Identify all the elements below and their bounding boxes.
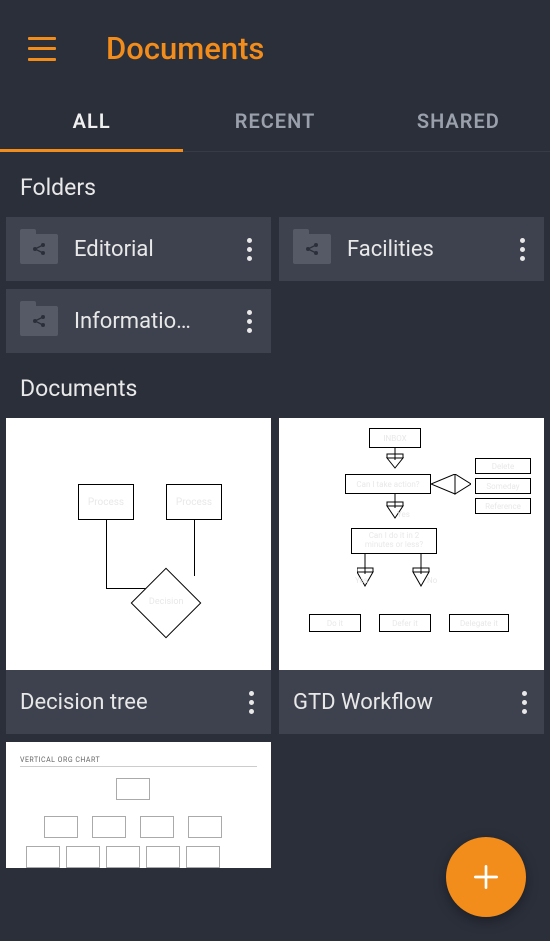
folder-item[interactable]: Editorial bbox=[6, 217, 271, 281]
document-more-button[interactable] bbox=[512, 686, 536, 718]
document-title: GTD Workflow bbox=[293, 690, 512, 715]
document-thumbnail: INBOX Can I take action? No Delete Somed… bbox=[279, 418, 544, 670]
document-card[interactable]: INBOX Can I take action? No Delete Somed… bbox=[279, 418, 544, 734]
document-thumbnail: VERTICAL ORG CHART bbox=[6, 742, 271, 868]
document-thumbnail: Process Process Decision bbox=[6, 418, 271, 670]
document-card[interactable]: Process Process Decision Decision tree bbox=[6, 418, 271, 734]
document-more-button[interactable] bbox=[239, 686, 263, 718]
folder-more-button[interactable] bbox=[510, 233, 534, 265]
new-document-fab[interactable] bbox=[446, 837, 526, 917]
document-card[interactable]: VERTICAL ORG CHART bbox=[6, 742, 271, 868]
tab-bar: ALL RECENT SHARED bbox=[0, 87, 550, 152]
tab-all[interactable]: ALL bbox=[0, 87, 183, 151]
plus-icon bbox=[470, 861, 502, 893]
folder-name: Editorial bbox=[74, 237, 237, 262]
documents-heading: Documents bbox=[0, 353, 550, 418]
folder-more-button[interactable] bbox=[237, 233, 261, 265]
folder-name: Informatio… bbox=[74, 309, 237, 334]
folder-share-icon bbox=[20, 234, 58, 264]
document-title: Decision tree bbox=[20, 690, 239, 715]
folder-share-icon bbox=[293, 234, 331, 264]
folder-item[interactable]: Facilities bbox=[279, 217, 544, 281]
folder-item[interactable]: Informatio… bbox=[6, 289, 271, 353]
menu-button[interactable] bbox=[28, 37, 60, 61]
folders-heading: Folders bbox=[0, 152, 550, 217]
tab-shared[interactable]: SHARED bbox=[367, 87, 550, 151]
page-title: Documents bbox=[106, 30, 264, 67]
folder-share-icon bbox=[20, 306, 58, 336]
folder-name: Facilities bbox=[347, 237, 510, 262]
tab-recent[interactable]: RECENT bbox=[183, 87, 366, 151]
folder-more-button[interactable] bbox=[237, 305, 261, 337]
